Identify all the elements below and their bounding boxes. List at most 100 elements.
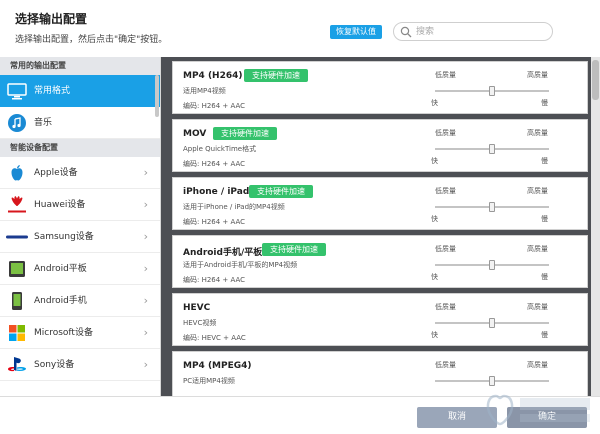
quality-low-label: 低质量 [435,129,456,137]
reset-defaults-button[interactable]: 恢复默认值 [330,25,382,39]
sidebar-item-huawei[interactable]: Huawei设备 › [0,189,160,221]
quality-low-label: 低质量 [435,361,456,369]
preset-title: MP4 (MPEG4) [183,361,252,371]
quality-slider[interactable] [435,318,549,328]
sidebar-item-label: 常用格式 [34,86,71,96]
windows-logo-icon [9,325,25,341]
quality-high-label: 高质量 [527,129,548,137]
preset-description: HEVC视频 [183,319,217,327]
search-input[interactable] [416,25,546,39]
monitor-icon [7,83,27,100]
preset-description: 适用MP4视频 [183,87,226,95]
sidebar-item-label: Sony设备 [34,360,75,370]
preset-description: 适用于Android手机/平板的MP4视频 [183,261,298,269]
playstation-logo-icon [8,357,26,372]
sidebar-item-sony[interactable]: Sony设备 › [0,349,160,381]
preset-scrollbar-thumb[interactable] [592,60,599,100]
hw-accel-badge: 支持硬件加速 [244,69,308,82]
quality-slider-thumb[interactable] [489,376,495,386]
quality-slider[interactable] [435,144,549,154]
speed-slow-label: 慢 [541,273,548,281]
preset-title: HEVC [183,303,211,313]
quality-slider[interactable] [435,376,549,386]
speed-fast-label: 快 [431,215,438,223]
sidebar-item-label: 音乐 [34,118,53,128]
preset-description: Apple QuickTime格式 [183,145,257,153]
watermark-logo [486,394,590,426]
speed-slow-label: 慢 [541,215,548,223]
sidebar-item-samsung[interactable]: Samsung设备 › [0,221,160,253]
preset-description: PC适用MP4视频 [183,377,235,385]
huawei-logo-icon [8,196,26,213]
phone-icon [12,292,22,310]
speed-slow-label: 慢 [541,157,548,165]
sidebar-section-devices: 智能设备配置 [0,139,160,157]
sidebar-item-apple[interactable]: Apple设备 › [0,157,160,189]
sidebar-item-label: Android平板 [34,264,87,274]
tablet-icon [9,261,25,277]
quality-slider[interactable] [435,86,549,96]
chevron-right-icon: › [143,294,148,307]
quality-high-label: 高质量 [527,245,548,253]
preset-card-mp4-h264[interactable]: MP4 (H264) 支持硬件加速 适用MP4视频 编码: H264 + AAC… [172,61,588,114]
chevron-right-icon: › [143,198,148,211]
speed-slow-label: 慢 [541,99,548,107]
speed-fast-label: 快 [431,157,438,165]
preset-codec: 编码: HEVC + AAC [183,334,246,342]
sidebar: 常用的输出配置 常用格式 音乐 智能设备配置 Apple设备 › Huawei设… [0,57,161,396]
hw-accel-badge: 支持硬件加速 [213,127,277,140]
speed-fast-label: 快 [431,273,438,281]
quality-slider-thumb[interactable] [489,86,495,96]
sidebar-item-label: Microsoft设备 [34,328,93,338]
preset-codec: 编码: H264 + AAC [183,276,246,284]
sidebar-item-android-tablet[interactable]: Android平板 › [0,253,160,285]
quality-slider-thumb[interactable] [489,260,495,270]
quality-slider[interactable] [435,202,549,212]
chevron-right-icon: › [143,230,148,243]
preset-title: Android手机/平板 [183,248,263,258]
chevron-right-icon: › [143,326,148,339]
music-note-icon [8,114,26,132]
quality-slider-thumb[interactable] [489,318,495,328]
quality-slider-thumb[interactable] [489,144,495,154]
quality-high-label: 高质量 [527,187,548,195]
sidebar-item-label: Samsung设备 [34,232,94,242]
quality-low-label: 低质量 [435,245,456,253]
quality-slider-thumb[interactable] [489,202,495,212]
quality-high-label: 高质量 [527,303,548,311]
search-box[interactable] [393,22,553,41]
quality-high-label: 高质量 [527,71,548,79]
preset-title: MOV [183,129,207,139]
speed-fast-label: 快 [431,331,438,339]
preset-scrollbar-track[interactable] [591,57,600,396]
sidebar-item-label: Apple设备 [34,168,78,178]
speed-slow-label: 慢 [541,331,548,339]
apple-logo-icon [11,165,23,181]
dialog-title: 选择输出配置 [15,12,88,26]
sidebar-scrollbar[interactable] [155,75,159,117]
sidebar-item-microsoft[interactable]: Microsoft设备 › [0,317,160,349]
speed-fast-label: 快 [431,99,438,107]
sidebar-item-music[interactable]: 音乐 [0,107,160,139]
preset-card-mov[interactable]: MOV 支持硬件加速 Apple QuickTime格式 编码: H264 + … [172,119,588,172]
sidebar-item-common-formats[interactable]: 常用格式 [0,75,160,107]
dialog-header: 选择输出配置 选择输出配置，然后点击"确定"按钮。 恢复默认值 [0,0,600,57]
search-icon [400,26,412,38]
preset-title: MP4 (H264) [183,71,243,81]
preset-card-android[interactable]: Android手机/平板 支持硬件加速 适用于Android手机/平板的MP4视… [172,235,588,288]
hw-accel-badge: 支持硬件加速 [249,185,313,198]
sidebar-item-label: Android手机 [34,296,87,306]
chevron-right-icon: › [143,358,148,371]
chevron-right-icon: › [143,166,148,179]
preset-codec: 编码: H264 + AAC [183,160,246,168]
hw-accel-badge: 支持硬件加速 [262,243,326,256]
chevron-right-icon: › [143,262,148,275]
samsung-logo-icon [6,235,28,239]
quality-low-label: 低质量 [435,187,456,195]
sidebar-section-common: 常用的输出配置 [0,57,160,75]
preset-card-hevc[interactable]: HEVC HEVC视频 编码: HEVC + AAC 低质量 高质量 快 慢 [172,293,588,346]
preset-card-iphone-ipad[interactable]: iPhone / iPad 支持硬件加速 适用于iPhone / iPad的MP… [172,177,588,230]
sidebar-item-android-phone[interactable]: Android手机 › [0,285,160,317]
quality-high-label: 高质量 [527,361,548,369]
quality-slider[interactable] [435,260,549,270]
